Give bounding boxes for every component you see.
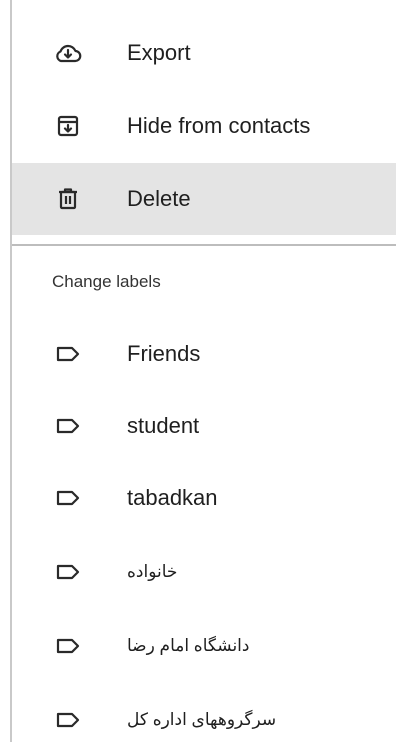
cloud-download-icon: [54, 39, 82, 67]
label-icon: [54, 706, 82, 734]
hide-from-contacts-label: Hide from contacts: [127, 113, 311, 138]
delete-label: Delete: [127, 186, 191, 211]
label-name: Friends: [127, 341, 201, 366]
export-menu-item[interactable]: Export: [12, 17, 396, 89]
label-item-tabadkan[interactable]: tabadkan: [12, 462, 396, 534]
label-icon: [54, 412, 82, 440]
label-name: دانشگاه امام رضا: [127, 636, 250, 655]
label-icon: [54, 484, 82, 512]
label-icon: [54, 558, 82, 586]
label-name: tabadkan: [127, 485, 218, 510]
label-name: سرگروههای اداره کل: [127, 710, 277, 729]
label-name: student: [127, 413, 200, 438]
label-item-student[interactable]: student: [12, 390, 396, 462]
label-item-supervisors[interactable]: سرگروههای اداره کل: [12, 684, 396, 756]
menu-divider: [12, 244, 396, 246]
label-item-university[interactable]: دانشگاه امام رضا: [12, 610, 396, 682]
export-label: Export: [127, 40, 191, 65]
label-item-family[interactable]: خانواده: [12, 536, 396, 608]
label-name: خانواده: [127, 562, 178, 581]
label-icon: [54, 632, 82, 660]
context-menu: Export Hide from contacts Delete Change …: [10, 0, 396, 742]
hide-from-contacts-menu-item[interactable]: Hide from contacts: [12, 90, 396, 162]
archive-icon: [54, 112, 82, 140]
trash-icon: [54, 185, 82, 213]
change-labels-header: Change labels: [52, 272, 161, 291]
label-icon: [54, 340, 82, 368]
delete-menu-item[interactable]: Delete: [12, 163, 396, 235]
label-item-friends[interactable]: Friends: [12, 318, 396, 390]
